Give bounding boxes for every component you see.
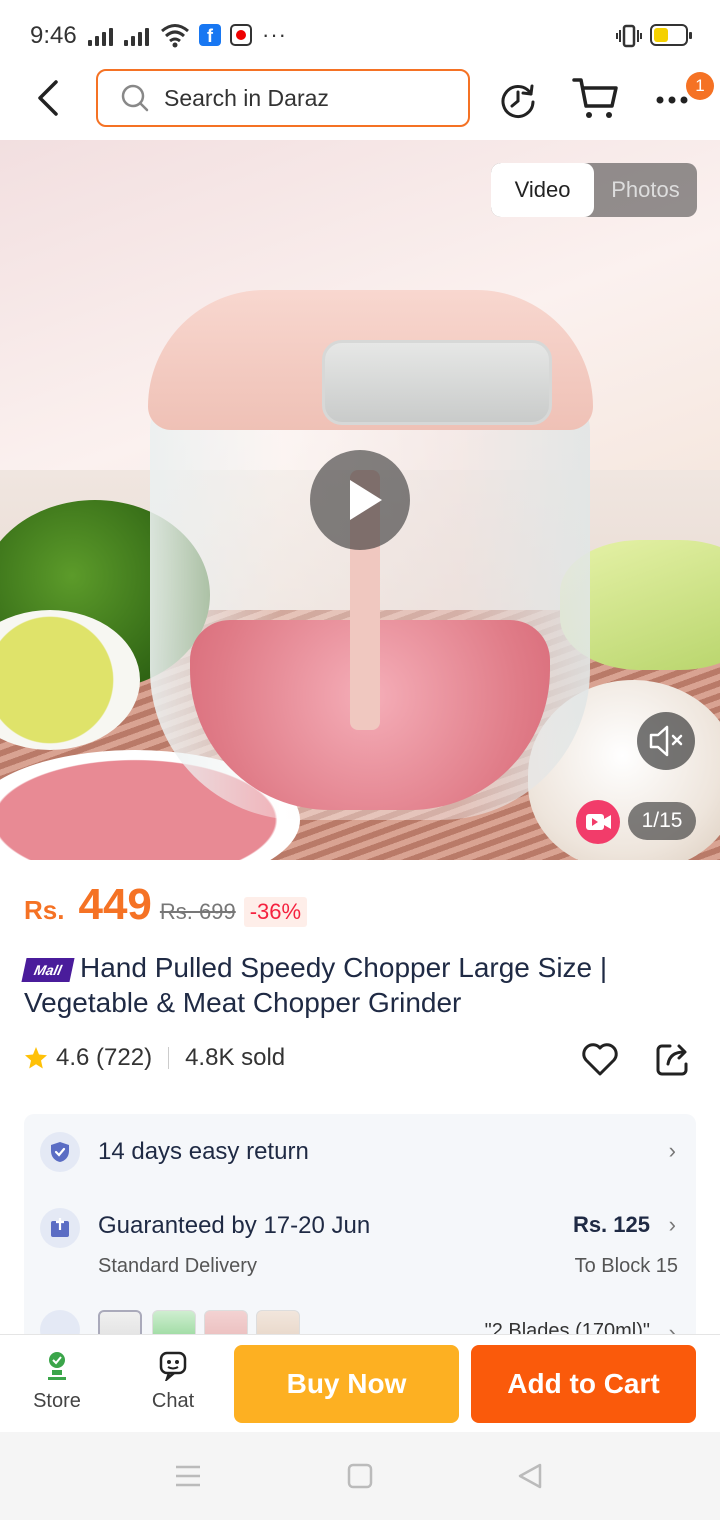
cart-icon[interactable] (572, 76, 618, 120)
service-info-card: 14 days easy return › Guaranteed by 17-2… (24, 1114, 696, 1354)
play-icon[interactable] (310, 450, 410, 550)
chevron-right-icon: › (668, 1212, 676, 1237)
cart-badge: 1 (686, 72, 714, 100)
delivery-box-icon (40, 1208, 80, 1248)
review-count: (722) (96, 1044, 153, 1071)
back-icon[interactable] (516, 1462, 544, 1490)
share-icon[interactable] (654, 1040, 692, 1078)
divider (168, 1047, 170, 1069)
mall-badge: Mall (21, 958, 75, 982)
delivery-guarantee: Guaranteed by 17-20 Jun (98, 1212, 371, 1239)
rating-row[interactable]: 4.6 (722) 4.8K sold (24, 1044, 285, 1072)
original-price: Rs. 699 (159, 899, 236, 924)
youtube-icon (230, 24, 252, 46)
facebook-icon: f (199, 24, 221, 46)
video-camera-icon[interactable] (576, 800, 620, 844)
sold-count: 4.8K sold (185, 1044, 286, 1071)
chat-button[interactable]: Chat (138, 1349, 208, 1413)
search-icon (121, 84, 149, 112)
search-placeholder: Search in Daraz (164, 84, 329, 111)
wishlist-heart-icon[interactable] (580, 1040, 620, 1078)
battery-icon (650, 24, 692, 46)
star-icon (25, 1047, 47, 1069)
chat-icon (159, 1351, 187, 1383)
delivery-location: To Block 15 (574, 1255, 678, 1277)
product-title: Mall Hand Pulled Speedy Chopper Large Siz… (21, 950, 704, 1020)
product-title-text: Hand Pulled Speedy Chopper Large Size | … (24, 952, 608, 1018)
store-label: Store (33, 1390, 81, 1412)
price-currency: Rs. (24, 895, 65, 925)
add-to-cart-button[interactable]: Add to Cart (471, 1345, 696, 1423)
notification-more-icon: ··· (262, 22, 287, 47)
status-time: 9:46 (30, 22, 77, 49)
shield-check-icon (40, 1132, 80, 1172)
delivery-row[interactable]: Guaranteed by 17-20 Jun Standard Deliver… (24, 1204, 696, 1294)
store-icon (48, 1352, 66, 1380)
chopper-handle (322, 340, 552, 425)
return-policy-row[interactable]: 14 days easy return › (24, 1114, 696, 1190)
delivery-type: Standard Delivery (98, 1255, 257, 1277)
system-nav-bar (0, 1432, 720, 1520)
bottom-action-bar: Store Chat Buy Now Add to Cart (0, 1334, 720, 1432)
return-policy-text: 14 days easy return (98, 1138, 309, 1165)
home-icon[interactable] (346, 1462, 374, 1490)
signal-icon (88, 26, 113, 46)
signal-icon-2 (124, 26, 149, 46)
top-header: Search in Daraz 1 (0, 66, 720, 140)
history-icon[interactable] (498, 80, 538, 120)
tab-photos[interactable]: Photos (594, 163, 697, 217)
price-value: 449 (78, 880, 152, 929)
search-input[interactable]: Search in Daraz (96, 69, 470, 127)
media-counter: 1/15 (628, 802, 696, 840)
chat-label: Chat (151, 1390, 195, 1412)
rating-value: 4.6 (56, 1044, 90, 1071)
tab-video[interactable]: Video (491, 163, 594, 217)
status-bar: 9:46 f ··· (0, 0, 720, 72)
product-media[interactable]: Video Photos 1/15 (0, 140, 720, 860)
back-arrow-icon[interactable] (32, 78, 64, 118)
delivery-fee: Rs. 125 (572, 1212, 650, 1237)
buy-now-button[interactable]: Buy Now (234, 1345, 459, 1423)
price-row: Rs. 449 Rs. 699 -36% (24, 880, 308, 930)
store-button[interactable]: Store (22, 1349, 92, 1413)
discount-badge: -36% (243, 897, 308, 927)
menu-icon[interactable] (174, 1462, 202, 1490)
media-tabs: Video Photos (491, 163, 697, 217)
vibrate-icon (616, 24, 642, 48)
mute-icon[interactable] (637, 712, 695, 770)
wifi-icon (161, 24, 189, 48)
chevron-right-icon: › (668, 1138, 676, 1163)
